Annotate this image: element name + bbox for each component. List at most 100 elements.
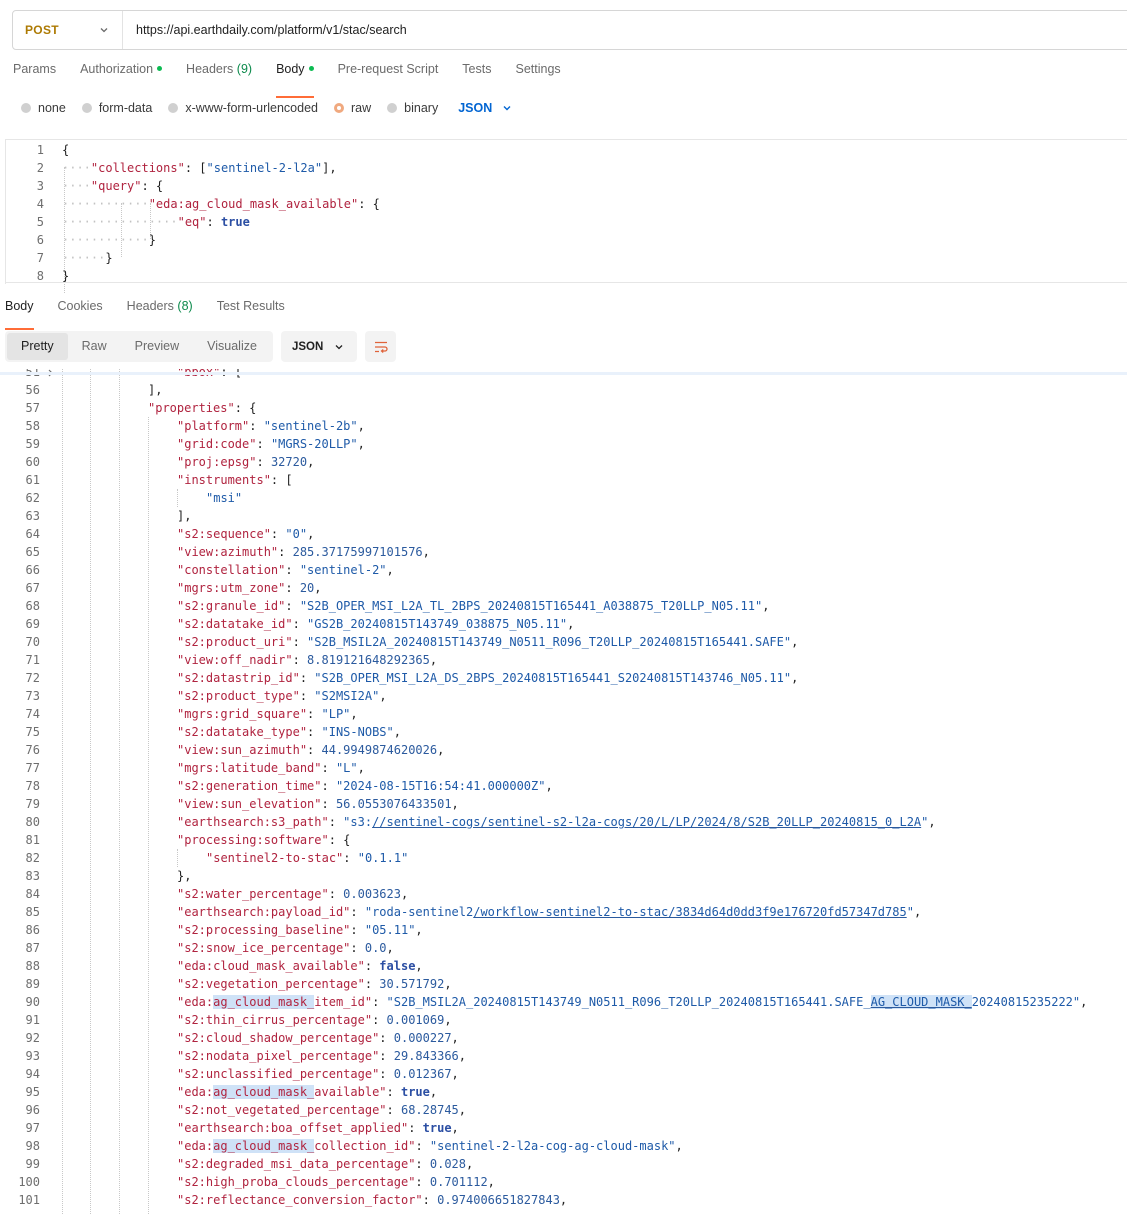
code-token: 0.028 (429, 1157, 466, 1171)
tab-tests[interactable]: Tests (462, 62, 491, 90)
request-body-editor[interactable]: 1{2 ····"collections": ["sentinel-2-l2a"]… (5, 139, 1127, 293)
code-line: ····"query": { (62, 177, 163, 195)
code-token: "properties" (148, 401, 235, 415)
code-token: "MGRS-20LLP" (270, 437, 358, 451)
code-token: , (307, 527, 315, 541)
code-line: ············} (62, 231, 156, 249)
response-format-select[interactable]: JSON (280, 331, 358, 362)
code-token: "s2:degraded_msi_data_percentage" (177, 1157, 416, 1171)
code-token: "s2:generation_time" (177, 779, 322, 793)
tab-label: Cookies (57, 299, 103, 313)
code-token: : (415, 1139, 430, 1153)
tab-settings[interactable]: Settings (515, 62, 560, 90)
radio-button-icon[interactable] (21, 103, 31, 113)
code-line: "s2:not_vegetated_percentage": 68.28745, (177, 1101, 466, 1119)
tab-headers[interactable]: Headers (9) (186, 62, 252, 90)
code-token: 0.0 (364, 941, 387, 955)
code-token: "s2:high_proba_clouds_percentage" (177, 1175, 416, 1189)
method-select[interactable]: POST (13, 11, 123, 49)
line-number: 83 (25, 869, 40, 883)
radio-button-icon[interactable] (168, 103, 179, 113)
body-format-label: JSON (458, 101, 493, 115)
code-token: "eda: (177, 995, 214, 1009)
code-token: "mgrs:grid_square" (177, 707, 308, 721)
code-line: "sentinel2-to-stac": "0.1.1" (206, 849, 408, 867)
radio-button-icon[interactable] (387, 103, 398, 113)
code-token: " (906, 905, 914, 919)
response-tab-test-results[interactable]: Test Results (217, 299, 285, 321)
code-token: { (62, 143, 70, 157)
code-token: : (350, 941, 365, 955)
radio-none[interactable]: none (21, 101, 66, 115)
view-mode-pretty[interactable]: Pretty (7, 333, 68, 360)
code-token: , (559, 1193, 568, 1207)
body-format-select[interactable]: JSON (458, 101, 513, 115)
response-tab-cookies[interactable]: Cookies (58, 299, 103, 321)
code-token: : (292, 635, 308, 649)
code-token: , (545, 779, 553, 793)
code-token: , (451, 797, 459, 811)
radio-button-icon[interactable] (334, 103, 344, 113)
code-line: ············"eda:ag_cloud_mask_available… (62, 195, 380, 213)
code-line: "mgrs:utm_zone": 20, (177, 579, 322, 597)
code-token: : (256, 437, 271, 451)
code-token: , (762, 599, 770, 613)
indent-guide (90, 369, 91, 1214)
code-token: "S2B_MSIL2A_20240815T143749_N0511_R096_T… (307, 635, 792, 649)
code-token: : [ (184, 161, 207, 175)
tab-body[interactable]: Body (276, 62, 314, 98)
code-token: : (321, 797, 336, 811)
code-token: , (913, 905, 922, 919)
radio-binary[interactable]: binary (387, 101, 438, 115)
line-number: 85 (25, 905, 40, 919)
tab-pre-request-script[interactable]: Pre-request Script (338, 62, 439, 90)
code-token: : (256, 455, 271, 469)
radio-form-data[interactable]: form-data (81, 101, 152, 115)
request-url-bar: POST (12, 10, 1127, 50)
code-line: "earthsearch:s3_path": "s3://sentinel-co… (177, 813, 936, 831)
code-token: "INS-NOBS" (321, 725, 394, 739)
indent-guide (177, 849, 178, 867)
radio-x-www-form-urlencoded[interactable]: x-www-form-urlencoded (168, 101, 318, 115)
chevron-down-icon (503, 106, 511, 111)
code-token: , (487, 1175, 495, 1189)
response-tab-headers[interactable]: Headers (8) (127, 299, 193, 321)
line-number: 65 (25, 545, 40, 559)
view-mode-preview[interactable]: Preview (121, 333, 193, 360)
view-mode-raw[interactable]: Raw (68, 333, 121, 360)
tab-params[interactable]: Params (13, 62, 56, 90)
code-line: "s2:datastrip_id": "S2B_OPER_MSI_L2A_DS_… (177, 669, 798, 687)
wrap-lines-button[interactable] (365, 331, 397, 362)
code-token: ag_cloud_mask_ (213, 995, 315, 1009)
code-token: , (422, 545, 430, 559)
code-token: 285.37175997101576 (292, 545, 423, 559)
code-token: "eda:cloud_mask_available" (177, 959, 365, 973)
line-number: 95 (25, 1085, 40, 1099)
code-line: "s2:product_type": "S2MSI2A", (177, 687, 387, 705)
line-number: 92 (25, 1031, 40, 1045)
code-token: : (249, 419, 264, 433)
code-token: : (299, 689, 315, 703)
code-token: "L" (335, 761, 358, 775)
response-body-viewer[interactable]: 51"bbox": [56],57"properties": {58"platf… (0, 369, 1127, 1214)
line-number: 94 (25, 1067, 40, 1081)
radio-button-icon[interactable] (81, 103, 92, 113)
code-token: : (292, 617, 308, 631)
code-line: "s2:snow_ice_percentage": 0.0, (177, 939, 394, 957)
radio-raw[interactable]: raw (334, 101, 371, 115)
code-token: , (791, 671, 799, 685)
code-line: "constellation": "sentinel-2", (177, 561, 394, 579)
code-token: "platform" (177, 419, 250, 433)
indent-guide (177, 489, 178, 507)
view-mode-visualize[interactable]: Visualize (193, 333, 271, 360)
line-number: 58 (25, 419, 40, 433)
response-tab-body[interactable]: Body (5, 299, 34, 330)
code-token: , (444, 1013, 452, 1027)
code-token: item_id" (314, 995, 373, 1009)
tab-authorization[interactable]: Authorization (80, 62, 163, 90)
code-token: "view:sun_elevation" (177, 797, 322, 811)
code-line: "s2:high_proba_clouds_percentage": 0.701… (177, 1173, 495, 1191)
url-input[interactable] (123, 10, 1127, 50)
line-number: 98 (25, 1139, 40, 1153)
code-token: ag_cloud_mask_ (213, 1139, 315, 1153)
